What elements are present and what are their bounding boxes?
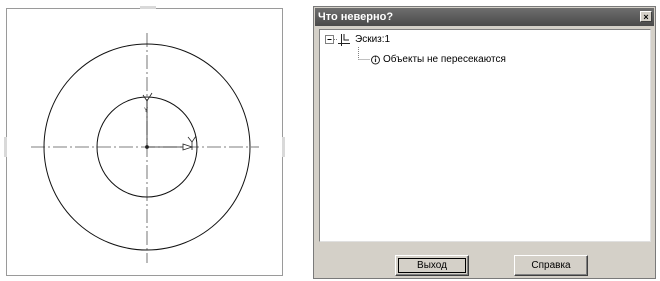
dialog-titlebar[interactable]: Что неверно? × [315,8,654,26]
collapse-toggle-icon[interactable] [325,35,334,44]
svg-text:Y: Y [144,108,148,114]
exit-button-label: Выход [417,260,447,271]
coordinate-axes-icon: Y [142,92,197,151]
sketch-viewport[interactable]: Y [4,6,285,277]
tree-node-error[interactable]: Объекты не пересекаются [383,54,506,66]
dialog-title: Что неверно? [318,11,394,23]
info-icon [371,55,380,65]
sketch-canvas[interactable]: Y [7,9,284,277]
viewport-handle-left [4,137,7,157]
tree-node-sketch[interactable]: Эскиз:1 [355,34,390,46]
close-icon: × [643,12,649,22]
help-button-label: Справка [531,260,571,271]
exit-button[interactable]: Выход [395,255,469,276]
sketch-icon [338,34,350,46]
help-button[interactable]: Справка [514,255,588,276]
viewport-handle-top [140,6,156,9]
close-button[interactable]: × [640,11,652,22]
error-tree[interactable]: Эскиз:1 Объекты не пересекаются [319,29,651,242]
error-dialog: Что неверно? × Эскиз:1 Объекты не пересе… [313,6,656,279]
viewport-handle-right [282,137,285,157]
